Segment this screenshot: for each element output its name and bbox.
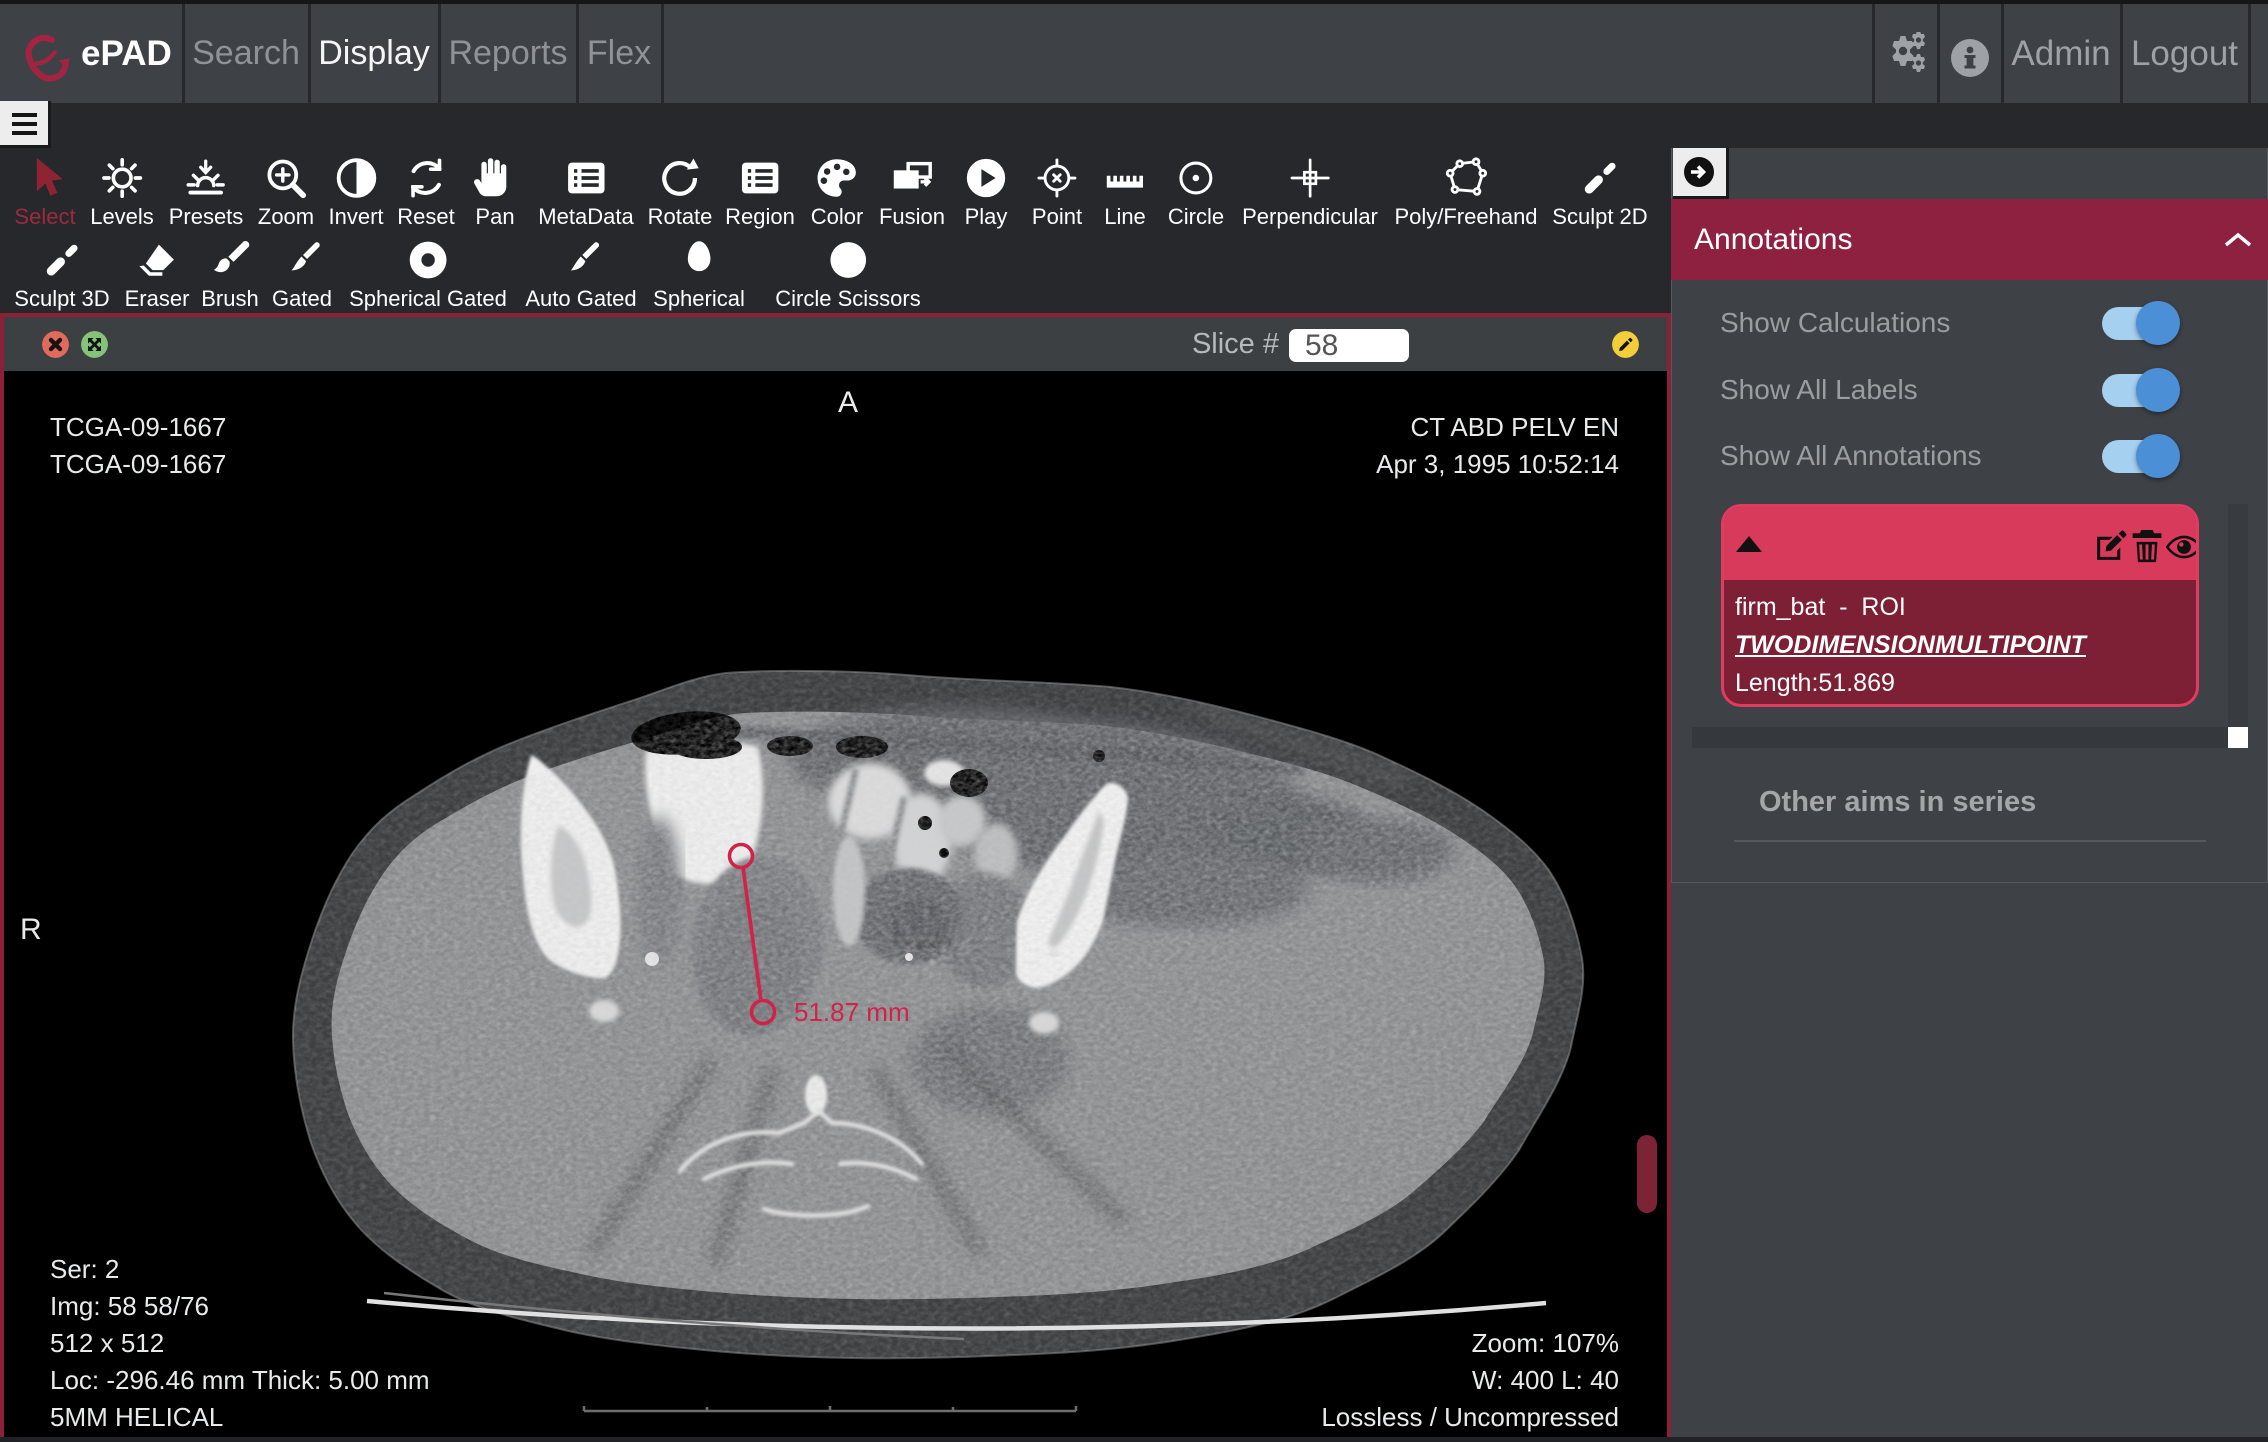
svg-text:51.87 mm: 51.87 mm xyxy=(794,997,910,1027)
